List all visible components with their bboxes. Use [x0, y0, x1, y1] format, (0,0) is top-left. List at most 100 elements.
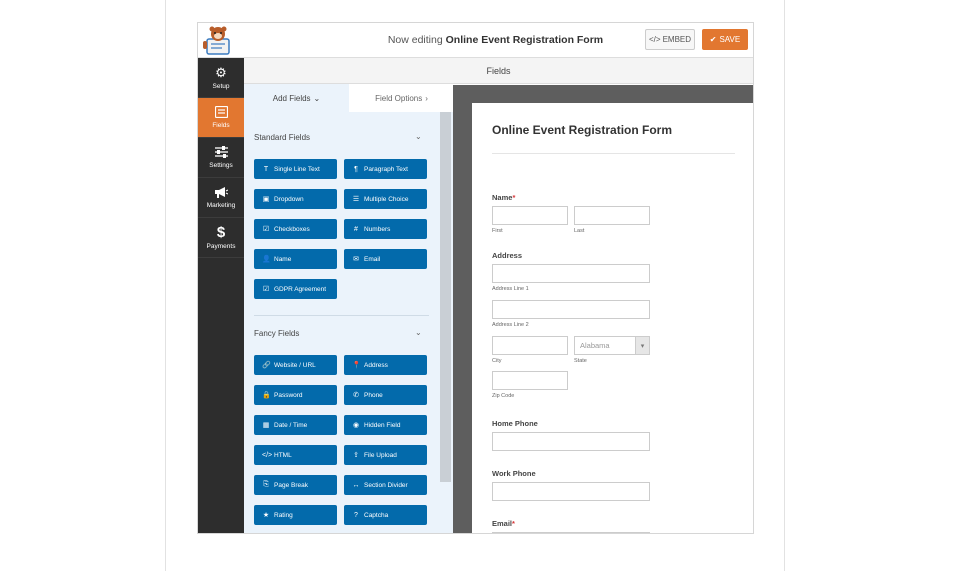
chevron-down-icon: ▾ — [635, 337, 649, 354]
field-button-website-url[interactable]: 🔗 Website / URL — [254, 355, 337, 375]
city-sublabel: City — [492, 358, 502, 364]
map-pin-icon: 📍 — [352, 362, 361, 369]
field-button-email[interactable]: ✉ Email — [344, 249, 427, 269]
address-line2-sublabel: Address Line 2 — [492, 322, 529, 328]
sidebar-item-payments[interactable]: $ Payments — [198, 218, 244, 258]
sidebar: ⚙ Setup Fields Settings Marketing $ Paym… — [198, 58, 244, 533]
standard-fields-title[interactable]: Standard Fields — [254, 133, 310, 142]
address-line1-sublabel: Address Line 1 — [492, 286, 529, 292]
state-value: Alabama — [580, 341, 610, 350]
text-icon: T — [263, 165, 269, 173]
sidebar-item-settings[interactable]: Settings — [198, 138, 244, 178]
field-button-label: Name — [274, 255, 292, 263]
field-button-html[interactable]: </> HTML — [254, 445, 337, 465]
state-select[interactable]: Alabama ▾ — [574, 336, 650, 355]
field-button-label: Numbers — [364, 225, 391, 233]
code-icon: </> — [262, 451, 273, 459]
embed-button[interactable]: </> EMBED — [645, 29, 695, 50]
sidebar-item-label: Payments — [206, 242, 236, 250]
copy-icon: ⎘ — [263, 481, 269, 488]
field-button-label: Address — [364, 361, 388, 369]
field-button-address[interactable]: 📍 Address — [344, 355, 427, 375]
field-button-label: Dropdown — [274, 195, 304, 203]
dollar-icon: $ — [216, 223, 226, 241]
field-button-section-divider[interactable]: ↔ Section Divider — [344, 475, 427, 495]
megaphone-icon — [215, 187, 228, 198]
list-icon: ☰ — [352, 196, 360, 203]
required-mark: * — [512, 519, 515, 528]
email-field-label[interactable]: Email* — [492, 519, 515, 528]
last-name-input[interactable] — [574, 206, 650, 225]
first-name-input[interactable] — [492, 206, 568, 225]
sidebar-item-label: Setup — [212, 82, 230, 90]
state-sublabel: State — [574, 358, 587, 364]
gear-icon: ⚙ — [215, 64, 227, 80]
form-builder-app: Now editing Online Event Registration Fo… — [197, 22, 754, 534]
chevron-down-icon[interactable]: ⌄ — [415, 132, 422, 141]
link-icon: 🔗 — [262, 362, 271, 369]
field-button-single-line-text[interactable]: T Single Line Text — [254, 159, 337, 179]
calendar-icon: ▦ — [262, 422, 270, 429]
address-line2-input[interactable] — [492, 300, 650, 319]
field-button-name[interactable]: 👤 Name — [254, 249, 337, 269]
address-field-label[interactable]: Address — [492, 251, 522, 260]
sidebar-item-fields[interactable]: Fields — [198, 98, 244, 138]
field-button-label: Paragraph Text — [364, 165, 408, 173]
work-phone-input[interactable] — [492, 482, 650, 501]
first-sublabel: First — [492, 228, 503, 234]
field-button-label: Multiple Choice — [364, 195, 409, 203]
field-button-file-upload[interactable]: ⇪ File Upload — [344, 445, 427, 465]
star-icon: ★ — [262, 512, 270, 519]
sidebar-item-label: Marketing — [206, 202, 236, 209]
fancy-fields-title[interactable]: Fancy Fields — [254, 329, 299, 338]
field-button-label: Captcha — [364, 511, 389, 519]
field-button-hidden-field[interactable]: ◉ Hidden Field — [344, 415, 427, 435]
embed-label: EMBED — [662, 35, 692, 44]
sidebar-item-marketing[interactable]: Marketing — [198, 178, 244, 218]
field-button-label: Hidden Field — [364, 421, 401, 429]
save-button[interactable]: ✔ SAVE — [702, 29, 748, 50]
field-button-rating[interactable]: ★ Rating — [254, 505, 337, 525]
field-button-multiple-choice[interactable]: ☰ Multiple Choice — [344, 189, 427, 209]
sidebar-item-label: Fields — [212, 122, 230, 129]
city-input[interactable] — [492, 336, 568, 355]
field-button-gdpr-agreement[interactable]: ☑ GDPR Agreement — [254, 279, 337, 299]
checkbox-icon: ☑ — [262, 226, 270, 233]
user-icon: 👤 — [262, 256, 271, 263]
required-mark: * — [512, 193, 516, 202]
panel-tabs: Add Fields ⌄ Field Options › — [244, 84, 454, 112]
home-phone-label[interactable]: Home Phone — [492, 419, 538, 428]
field-button-numbers[interactable]: # Numbers — [344, 219, 427, 239]
field-button-password[interactable]: 🔒 Password — [254, 385, 337, 405]
lock-icon: 🔒 — [262, 392, 271, 399]
paragraph-icon: ¶ — [354, 165, 358, 173]
field-button-label: Website / URL — [274, 361, 316, 369]
field-button-paragraph-text[interactable]: ¶ Paragraph Text — [344, 159, 427, 179]
field-button-page-break[interactable]: ⎘ Page Break — [254, 475, 337, 495]
field-button-label: Page Break — [274, 481, 308, 489]
zip-code-sublabel: Zip Code — [492, 393, 515, 399]
address-line1-input[interactable] — [492, 264, 650, 283]
zip-code-input[interactable] — [492, 371, 568, 390]
panel-scrollbar[interactable] — [440, 112, 451, 482]
name-field-label[interactable]: Name* — [492, 193, 515, 202]
fields-icon — [214, 106, 228, 118]
email-input[interactable] — [492, 532, 650, 533]
field-button-date-time[interactable]: ▦ Date / Time — [254, 415, 337, 435]
field-button-dropdown[interactable]: ▣ Dropdown — [254, 189, 337, 209]
chevron-down-icon[interactable]: ⌄ — [415, 328, 422, 337]
hash-icon: # — [354, 225, 358, 233]
field-button-checkboxes[interactable]: ☑ Checkboxes — [254, 219, 337, 239]
code-icon: </> — [648, 35, 661, 44]
dropdown-icon: ▣ — [262, 196, 270, 203]
work-phone-label[interactable]: Work Phone — [492, 469, 536, 478]
home-phone-input[interactable] — [492, 432, 650, 451]
tab-field-options[interactable]: Field Options › — [349, 84, 454, 112]
field-button-phone[interactable]: ✆ Phone — [344, 385, 427, 405]
sidebar-item-setup[interactable]: ⚙ Setup — [198, 58, 244, 98]
field-button-captcha[interactable]: ? Captcha — [344, 505, 427, 525]
chevron-down-icon: ⌄ — [313, 93, 321, 103]
question-icon: ? — [354, 511, 358, 519]
form-preview: Online Event Registration Form Name* Fir… — [472, 103, 753, 533]
tab-add-fields[interactable]: Add Fields ⌄ — [244, 84, 349, 112]
